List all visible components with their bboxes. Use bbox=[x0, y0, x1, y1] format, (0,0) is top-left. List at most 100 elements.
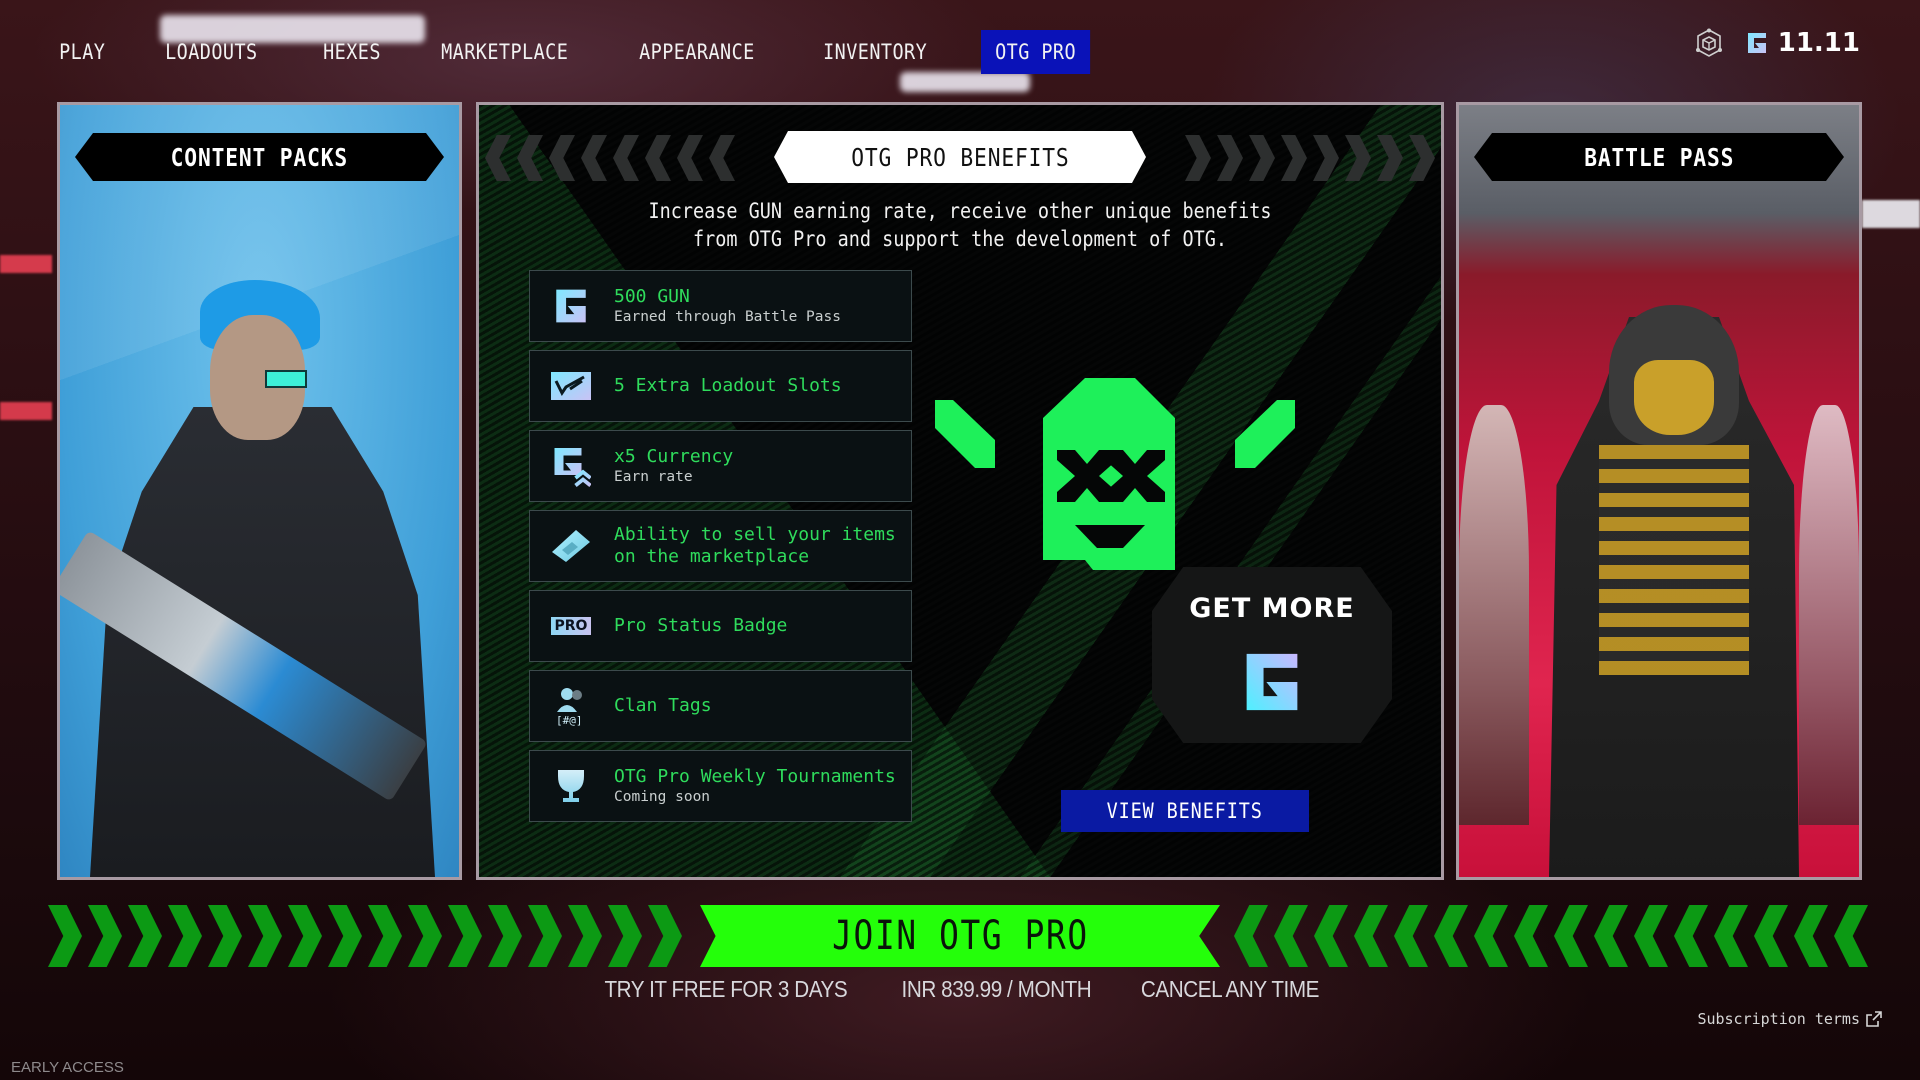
chevron-decoration bbox=[1185, 135, 1211, 181]
chevron-decoration bbox=[485, 135, 511, 181]
chevron-decoration bbox=[248, 905, 282, 967]
main-nav: PLAY LOADOUTS HEXES MARKETPLACE APPEARAN… bbox=[45, 30, 1126, 74]
currency-area: 11.11 bbox=[1694, 28, 1860, 58]
nav-tab-inventory[interactable]: INVENTORY bbox=[809, 30, 941, 74]
chevron-decoration bbox=[1514, 905, 1548, 967]
background-red-light bbox=[0, 255, 52, 273]
nav-tab-marketplace[interactable]: MARKETPLACE bbox=[427, 30, 582, 74]
background-red-light bbox=[1862, 200, 1920, 228]
chevron-group-left bbox=[48, 905, 682, 967]
background-red-light bbox=[0, 402, 52, 420]
battle-pass-card[interactable]: BATTLE PASS bbox=[1456, 102, 1862, 880]
benefit-500-gun[interactable]: 500 GUN Earned through Battle Pass bbox=[529, 270, 912, 342]
trial-text: TRY IT FREE FOR 3 DAYS bbox=[604, 976, 848, 1002]
otg-pro-benefits-panel: OTG PRO BENEFITS Increase GUN earning ra… bbox=[476, 102, 1444, 880]
chevron-decoration bbox=[1434, 905, 1468, 967]
chevron-decoration bbox=[1409, 135, 1435, 181]
chevron-decoration bbox=[608, 905, 642, 967]
chevron-decoration bbox=[677, 135, 703, 181]
chevron-decoration bbox=[1674, 905, 1708, 967]
chevron-decoration bbox=[709, 135, 735, 181]
chevron-decoration bbox=[517, 135, 543, 181]
chevron-decoration bbox=[1249, 135, 1275, 181]
chevron-decoration bbox=[1474, 905, 1508, 967]
benefits-title: OTG PRO BENEFITS bbox=[774, 131, 1146, 183]
join-banner: JOIN OTG PRO bbox=[48, 905, 1868, 967]
gun-token-icon bbox=[1246, 653, 1298, 711]
chevron-decoration bbox=[168, 905, 202, 967]
benefit-weekly-tournaments[interactable]: OTG Pro Weekly Tournaments Coming soon bbox=[529, 750, 912, 822]
chevron-decoration bbox=[1554, 905, 1588, 967]
pricing-info: TRY IT FREE FOR 3 DAYS INR 839.99 / MONT… bbox=[0, 976, 1920, 1003]
chevron-decoration bbox=[128, 905, 162, 967]
chevron-decoration bbox=[368, 905, 402, 967]
chevron-decoration bbox=[48, 905, 82, 967]
chevron-decoration bbox=[1714, 905, 1748, 967]
chevron-decoration bbox=[645, 135, 671, 181]
background-light-strip bbox=[900, 72, 1030, 92]
nav-tab-loadouts[interactable]: LOADOUTS bbox=[151, 30, 272, 74]
pro-badge-icon: PRO bbox=[550, 605, 592, 647]
chevron-decoration bbox=[1281, 135, 1307, 181]
character-art bbox=[265, 370, 307, 388]
character-art bbox=[1599, 445, 1749, 675]
gun-token-icon bbox=[1747, 33, 1766, 53]
gun-balance: 11.11 bbox=[1746, 28, 1860, 58]
gun-balance-value: 11.11 bbox=[1777, 28, 1860, 58]
benefit-loadout-slots[interactable]: 5 Extra Loadout Slots bbox=[529, 350, 912, 422]
chevron-decoration bbox=[88, 905, 122, 967]
content-packs-title: CONTENT PACKS bbox=[75, 133, 444, 181]
content-packs-card[interactable]: CONTENT PACKS bbox=[57, 102, 462, 880]
benefits-list: 500 GUN Earned through Battle Pass 5 Ext… bbox=[529, 270, 912, 830]
chevron-decoration bbox=[1217, 135, 1243, 181]
chevron-decoration bbox=[648, 905, 682, 967]
benefit-currency-rate[interactable]: x5 Currency Earn rate bbox=[529, 430, 912, 502]
character-art bbox=[1634, 360, 1714, 435]
price-text: INR 839.99 / MONTH bbox=[901, 976, 1091, 1002]
chevron-decoration bbox=[1834, 905, 1868, 967]
battle-pass-title: BATTLE PASS bbox=[1474, 133, 1844, 181]
chevron-group-right bbox=[1234, 905, 1868, 967]
cancel-text: CANCEL ANY TIME bbox=[1141, 976, 1320, 1002]
chevron-decoration bbox=[1794, 905, 1828, 967]
nav-tab-otg-pro[interactable]: OTG PRO bbox=[980, 30, 1090, 74]
benefits-intro: Increase GUN earning rate, receive other… bbox=[648, 199, 1272, 251]
chevron-decoration bbox=[1313, 135, 1339, 181]
chevron-decoration bbox=[1754, 905, 1788, 967]
chevron-decoration bbox=[328, 905, 362, 967]
chevron-decoration bbox=[208, 905, 242, 967]
benefit-sell-items[interactable]: Ability to sell your items on the market… bbox=[529, 510, 912, 582]
nav-tab-hexes[interactable]: HEXES bbox=[309, 30, 395, 74]
chevron-decoration bbox=[528, 905, 562, 967]
chevron-decoration bbox=[581, 135, 607, 181]
get-more-gun-badge: GET MORE bbox=[1152, 567, 1392, 743]
chevron-decoration bbox=[288, 905, 322, 967]
trophy-icon bbox=[550, 765, 592, 807]
svg-text:[#@]: [#@] bbox=[556, 714, 583, 726]
subscription-terms-link[interactable]: Subscription terms bbox=[1697, 1010, 1882, 1028]
view-benefits-button[interactable]: VIEW BENEFITS bbox=[1061, 790, 1309, 832]
hex-cube-icon[interactable] bbox=[1694, 28, 1724, 58]
external-link-icon bbox=[1866, 1011, 1882, 1027]
sell-item-icon bbox=[550, 525, 592, 567]
early-access-label: EARLY ACCESS bbox=[11, 1059, 124, 1076]
join-otg-pro-button[interactable]: JOIN OTG PRO bbox=[700, 905, 1220, 967]
currency-multiplier-icon bbox=[550, 445, 592, 487]
character-art bbox=[1459, 405, 1529, 825]
chevron-decoration bbox=[488, 905, 522, 967]
chevron-decoration bbox=[448, 905, 482, 967]
chevron-decoration bbox=[1345, 135, 1371, 181]
chevron-decoration bbox=[1394, 905, 1428, 967]
gun-token-icon bbox=[550, 285, 592, 327]
chevron-decoration bbox=[568, 905, 602, 967]
benefit-pro-badge[interactable]: PRO Pro Status Badge bbox=[529, 590, 912, 662]
nav-tab-appearance[interactable]: APPEARANCE bbox=[625, 30, 769, 74]
nav-tab-play[interactable]: PLAY bbox=[45, 30, 119, 74]
benefit-clan-tags[interactable]: [#@] Clan Tags bbox=[529, 670, 912, 742]
chevron-group-left bbox=[485, 135, 735, 181]
chevron-decoration bbox=[1274, 905, 1308, 967]
chevron-decoration bbox=[1594, 905, 1628, 967]
chevron-group-right bbox=[1185, 135, 1435, 181]
chevron-decoration bbox=[1314, 905, 1348, 967]
chevron-decoration bbox=[408, 905, 442, 967]
